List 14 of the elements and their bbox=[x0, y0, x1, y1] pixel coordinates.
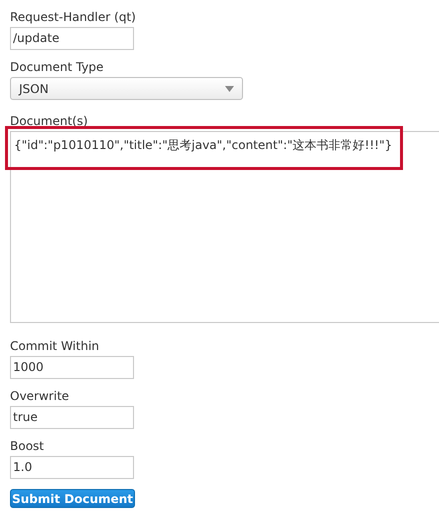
documents-field[interactable]: {"id":"p1010110","title":"思考java","content":"这本书非常好!!!"} bbox=[10, 131, 439, 323]
field-label: Document(s) bbox=[10, 114, 88, 128]
field-label: Request-Handler (qt) bbox=[10, 10, 136, 24]
field-label: Commit Within bbox=[10, 339, 100, 353]
input-field[interactable]: /update bbox=[10, 27, 134, 50]
field-label: Overwrite bbox=[10, 389, 70, 403]
field-label: Document Type bbox=[10, 60, 104, 74]
submit-button[interactable]: Submit Document bbox=[10, 489, 135, 508]
field-label: Boost bbox=[10, 439, 44, 453]
input-field[interactable]: 1.0 bbox=[10, 456, 134, 479]
input-field[interactable]: true bbox=[10, 406, 134, 429]
caret-icon bbox=[225, 86, 234, 92]
document-type-select[interactable]: JSON bbox=[10, 77, 243, 100]
input-field[interactable]: 1000 bbox=[10, 356, 134, 379]
